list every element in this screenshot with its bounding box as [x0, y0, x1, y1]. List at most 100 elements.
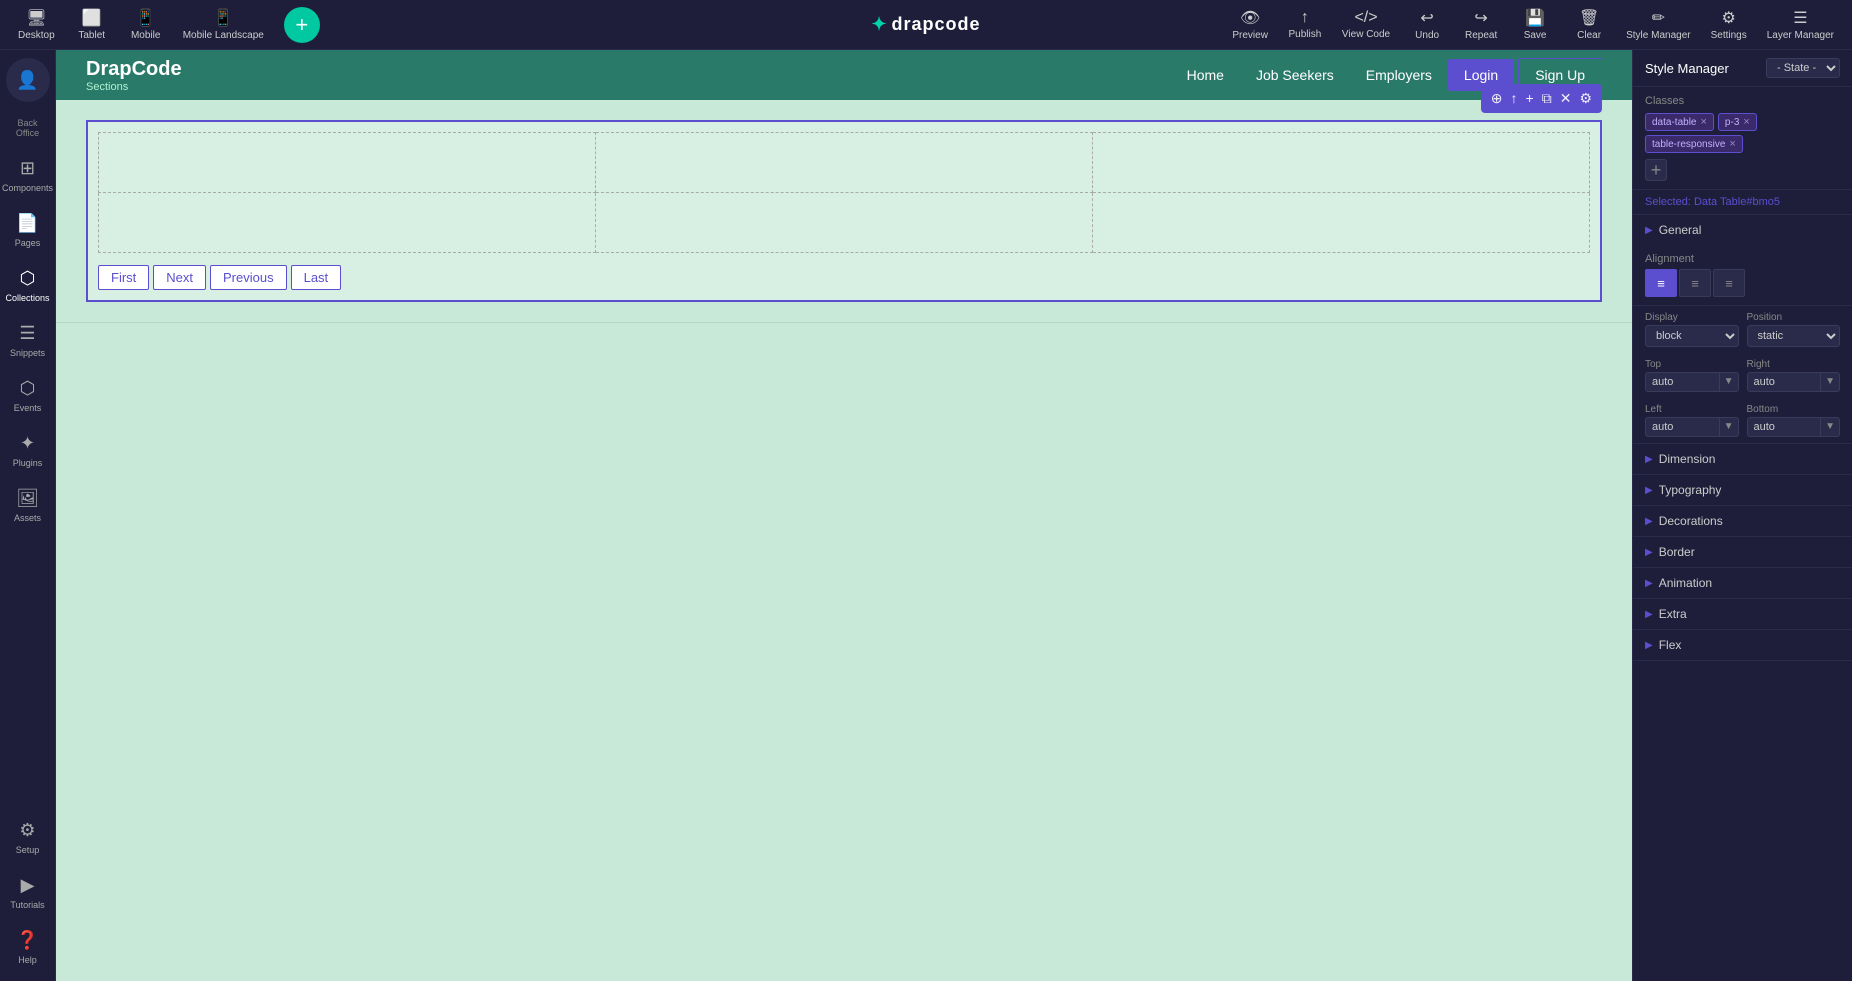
section-animation-header[interactable]: ▶ Animation	[1633, 568, 1852, 598]
position-field: Position static	[1747, 312, 1841, 347]
extra-arrow-icon: ▶	[1645, 609, 1653, 620]
sidebar-item-snippets[interactable]: ☰ Snippets	[4, 315, 52, 366]
left-unit-btn[interactable]: ▼	[1720, 417, 1739, 437]
align-center-btn[interactable]: ≡	[1679, 269, 1711, 297]
bottom-unit-btn[interactable]: ▼	[1821, 417, 1840, 437]
class-tag-data-table-remove[interactable]: ×	[1700, 116, 1706, 128]
section-decorations: ▶ Decorations	[1633, 506, 1852, 537]
sidebar-item-components[interactable]: ⊞ Components	[4, 150, 52, 201]
sidebar-item-collections[interactable]: ⬡ Collections	[4, 260, 52, 311]
decorations-arrow-icon: ▶	[1645, 516, 1653, 527]
element-up-btn[interactable]: ↑	[1509, 88, 1520, 109]
left-input[interactable]	[1645, 417, 1720, 437]
data-table-container[interactable]: First Next Previous Last	[86, 120, 1602, 302]
section-dimension: ▶ Dimension	[1633, 444, 1852, 475]
toolbar-mobile-landscape[interactable]: 📱 Mobile Landscape	[175, 4, 272, 45]
toolbar-undo[interactable]: ↩ Undo	[1402, 4, 1452, 45]
sidebar-item-assets[interactable]: 🖼 Assets	[4, 480, 52, 531]
sidebar-item-setup[interactable]: ⚙ Setup	[4, 812, 52, 863]
left-label: Left	[1645, 404, 1739, 415]
border-arrow-icon: ▶	[1645, 547, 1653, 558]
flex-arrow-icon: ▶	[1645, 640, 1653, 651]
section-border-header[interactable]: ▶ Border	[1633, 537, 1852, 567]
toolbar-settings[interactable]: ⚙ Settings	[1703, 4, 1755, 45]
section-general-header[interactable]: ▶ General	[1633, 215, 1852, 245]
pagination-next-btn[interactable]: Next	[153, 265, 206, 290]
sidebar-item-pages[interactable]: 📄 Pages	[4, 205, 52, 256]
toolbar-repeat[interactable]: ↪ Repeat	[1456, 4, 1506, 45]
position-select[interactable]: static	[1747, 325, 1841, 347]
right-unit-btn[interactable]: ▼	[1821, 372, 1840, 392]
toolbar-layer-manager[interactable]: ☰ Layer Manager	[1759, 4, 1842, 45]
pagination-first-btn[interactable]: First	[98, 265, 149, 290]
top-input[interactable]	[1645, 372, 1720, 392]
table-cell	[99, 133, 596, 193]
align-right-btn[interactable]: ≡	[1713, 269, 1745, 297]
class-tag-table-responsive-remove[interactable]: ×	[1729, 138, 1735, 150]
element-delete-btn[interactable]: ✕	[1558, 88, 1574, 109]
toolbar-mobile[interactable]: 📱 Mobile	[121, 4, 171, 45]
right-panel: Style Manager - State - Classes data-tab…	[1632, 50, 1852, 981]
toolbar-view-code[interactable]: </> View Code	[1334, 5, 1398, 44]
toolbar-preview[interactable]: 👁 Preview	[1224, 4, 1276, 45]
right-input-group: ▼	[1747, 372, 1841, 392]
nav-job-seekers[interactable]: Job Seekers	[1240, 59, 1350, 91]
toolbar-publish[interactable]: ↑ Publish	[1280, 5, 1330, 44]
events-icon: ⬡	[20, 378, 36, 399]
section-flex-header[interactable]: ▶ Flex	[1633, 630, 1852, 660]
nav-home[interactable]: Home	[1171, 59, 1240, 91]
section-dimension-header[interactable]: ▶ Dimension	[1633, 444, 1852, 474]
right-input[interactable]	[1747, 372, 1822, 392]
sidebar-item-help[interactable]: ❓ Help	[4, 922, 52, 973]
section-decorations-header[interactable]: ▶ Decorations	[1633, 506, 1852, 536]
element-add-btn[interactable]: +	[1524, 88, 1536, 109]
state-dropdown[interactable]: - State -	[1766, 58, 1840, 78]
align-left-btn[interactable]: ≡	[1645, 269, 1677, 297]
plugins-icon: ✦	[20, 433, 35, 454]
classes-section: Classes data-table × p-3 × table-respons…	[1633, 87, 1852, 190]
bottom-input[interactable]	[1747, 417, 1822, 437]
top-toolbar: 🖥 Desktop ⬜ Tablet 📱 Mobile 📱 Mobile Lan…	[0, 0, 1852, 50]
section-typography-header[interactable]: ▶ Typography	[1633, 475, 1852, 505]
position-label: Position	[1747, 312, 1841, 323]
toolbar-save[interactable]: 💾 Save	[1510, 4, 1560, 45]
typography-arrow-icon: ▶	[1645, 485, 1653, 496]
element-settings-btn[interactable]: ⚙	[1577, 88, 1594, 109]
display-select[interactable]: block	[1645, 325, 1739, 347]
element-clone-btn[interactable]: ⧉	[1540, 88, 1554, 109]
tablet-icon: ⬜	[82, 8, 102, 28]
sidebar-item-events[interactable]: ⬡ Events	[4, 370, 52, 421]
sidebar-item-back-office[interactable]: Back Office	[4, 110, 52, 146]
table-row	[99, 193, 1590, 253]
nav-employers[interactable]: Employers	[1350, 59, 1448, 91]
settings-icon: ⚙	[1721, 8, 1735, 28]
element-move-btn[interactable]: ⊕	[1489, 88, 1505, 109]
sidebar-item-tutorials[interactable]: ▶ Tutorials	[4, 867, 52, 918]
app-logo: ✦drapcode	[871, 14, 980, 35]
sidebar-item-plugins[interactable]: ✦ Plugins	[4, 425, 52, 476]
classes-label: Classes	[1645, 95, 1840, 107]
pages-icon: 📄	[16, 213, 38, 234]
back-office-button[interactable]: 👤	[6, 58, 50, 102]
table-cell	[99, 193, 596, 253]
section-extra-header[interactable]: ▶ Extra	[1633, 599, 1852, 629]
toolbar-tablet[interactable]: ⬜ Tablet	[67, 4, 117, 45]
top-right-row: Top ▼ Right ▼	[1633, 353, 1852, 398]
left-bottom-row: Left ▼ Bottom ▼	[1633, 398, 1852, 443]
brand-name: DrapCode	[86, 58, 182, 81]
toolbar-style-manager[interactable]: ✏ Style Manager	[1618, 4, 1698, 45]
add-component-button[interactable]: +	[284, 7, 320, 43]
pagination-previous-btn[interactable]: Previous	[210, 265, 287, 290]
help-icon: ❓	[16, 930, 38, 951]
class-tag-data-table: data-table ×	[1645, 113, 1714, 131]
preview-icon: 👁	[1240, 8, 1260, 28]
top-unit-btn[interactable]: ▼	[1720, 372, 1739, 392]
add-class-button[interactable]: +	[1645, 159, 1667, 181]
toolbar-desktop[interactable]: 🖥 Desktop	[10, 4, 63, 45]
right-label: Right	[1747, 359, 1841, 370]
pagination-last-btn[interactable]: Last	[291, 265, 342, 290]
bottom-label: Bottom	[1747, 404, 1841, 415]
alignment-label: Alignment	[1645, 253, 1840, 265]
toolbar-clear[interactable]: 🗑 Clear	[1564, 4, 1614, 45]
class-tag-p3-remove[interactable]: ×	[1743, 116, 1749, 128]
